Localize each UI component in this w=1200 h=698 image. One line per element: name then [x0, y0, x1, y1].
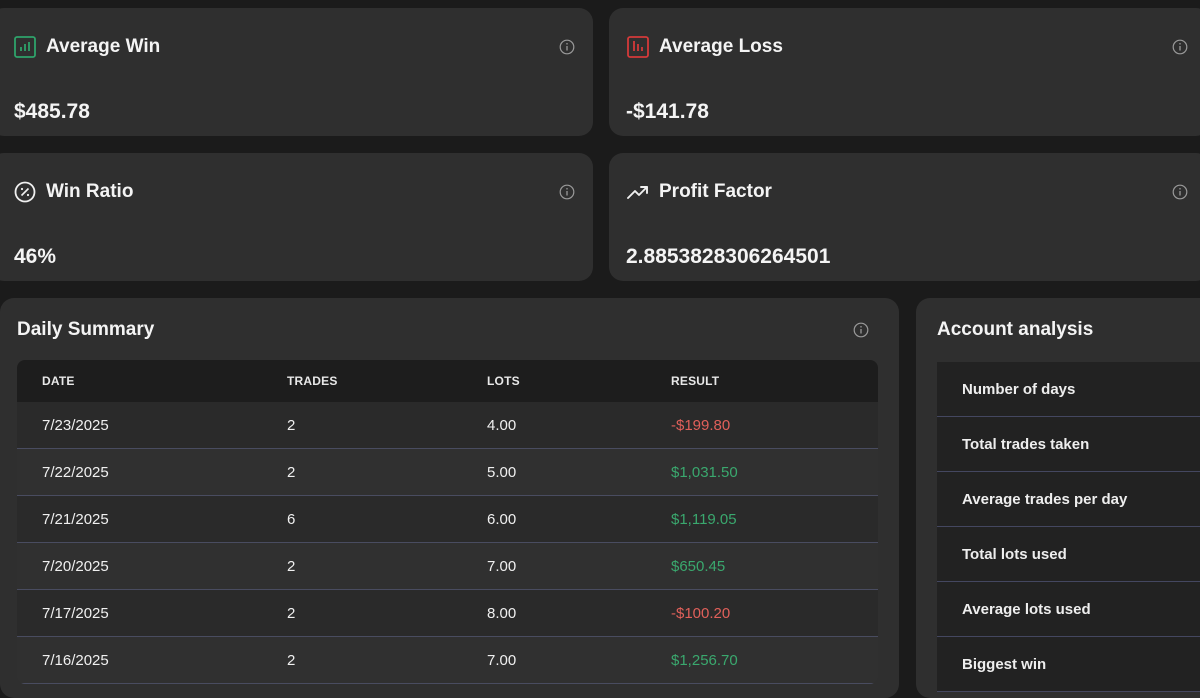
- trending-up-icon: [627, 186, 648, 199]
- stat-title: Profit Factor: [659, 181, 772, 202]
- daily-summary-table: DATE TRADES LOTS RESULT 7/23/2025 2 4.00…: [17, 360, 878, 684]
- column-header-date[interactable]: DATE: [42, 374, 75, 388]
- stat-card-profit-factor: Profit Factor 2.8853828306264501: [609, 153, 1200, 281]
- account-analysis-list: Number of days Total trades taken Averag…: [937, 362, 1200, 692]
- table-row[interactable]: 7/21/2025 6 6.00 $1,119.05: [17, 496, 878, 543]
- list-item: Biggest win: [937, 637, 1200, 692]
- cell-lots: 5.00: [487, 463, 517, 481]
- column-header-lots[interactable]: LOTS: [487, 374, 520, 388]
- info-icon[interactable]: [1172, 39, 1188, 55]
- stat-title: Average Win: [46, 36, 161, 57]
- daily-summary-panel: Daily Summary DATE TRADES LOTS RESULT 7/…: [0, 298, 899, 698]
- list-item: Total lots used: [937, 527, 1200, 582]
- panel-title: Daily Summary: [17, 319, 155, 340]
- cell-lots: 6.00: [487, 510, 517, 528]
- cell-result: -$199.80: [671, 416, 731, 434]
- table-row[interactable]: 7/20/2025 2 7.00 $650.45: [17, 543, 878, 590]
- list-item: Total trades taken: [937, 417, 1200, 472]
- table-row[interactable]: 7/16/2025 2 7.00 $1,256.70: [17, 637, 878, 684]
- cell-result: $1,119.05: [671, 510, 737, 528]
- cell-result: $1,256.70: [671, 651, 738, 669]
- table-row[interactable]: 7/22/2025 2 5.00 $1,031.50: [17, 449, 878, 496]
- cell-trades: 6: [287, 510, 296, 528]
- stat-value: 46%: [14, 245, 57, 268]
- account-analysis-panel: Account analysis Number of days Total tr…: [916, 298, 1200, 698]
- list-item: Average trades per day: [937, 472, 1200, 527]
- stat-value: 2.8853828306264501: [626, 245, 831, 268]
- bar-chart-icon: [14, 36, 36, 58]
- table-body: 7/23/2025 2 4.00 -$199.80 7/22/2025 2 5.…: [17, 402, 878, 684]
- cell-date: 7/23/2025: [42, 416, 109, 434]
- stat-card-win-ratio: Win Ratio 46%: [0, 153, 593, 281]
- column-header-trades[interactable]: TRADES: [287, 374, 338, 388]
- cell-trades: 2: [287, 651, 296, 669]
- info-icon[interactable]: [1172, 184, 1188, 200]
- stat-card-average-win: Average Win $485.78: [0, 8, 593, 136]
- percent-icon: [14, 181, 36, 203]
- info-icon[interactable]: [559, 39, 575, 55]
- cell-lots: 7.00: [487, 651, 517, 669]
- stat-card-average-loss: Average Loss -$141.78: [609, 8, 1200, 136]
- cell-date: 7/16/2025: [42, 651, 109, 669]
- table-header: DATE TRADES LOTS RESULT: [17, 360, 878, 402]
- cell-lots: 8.00: [487, 604, 517, 622]
- info-icon[interactable]: [853, 322, 869, 338]
- info-icon[interactable]: [559, 184, 575, 200]
- cell-lots: 7.00: [487, 557, 517, 575]
- table-row[interactable]: 7/17/2025 2 8.00 -$100.20: [17, 590, 878, 637]
- cell-trades: 2: [287, 416, 296, 434]
- cell-result: $650.45: [671, 557, 726, 575]
- table-row[interactable]: 7/23/2025 2 4.00 -$199.80: [17, 402, 878, 449]
- stat-title: Average Loss: [659, 36, 783, 57]
- cell-lots: 4.00: [487, 416, 517, 434]
- stat-title: Win Ratio: [46, 181, 134, 202]
- stat-value: $485.78: [14, 100, 90, 123]
- list-item: Number of days: [937, 362, 1200, 417]
- cell-date: 7/20/2025: [42, 557, 109, 575]
- cell-date: 7/21/2025: [42, 510, 109, 528]
- cell-trades: 2: [287, 463, 296, 481]
- column-header-result[interactable]: RESULT: [671, 374, 719, 388]
- cell-date: 7/22/2025: [42, 463, 109, 481]
- cell-trades: 2: [287, 604, 296, 622]
- panel-title: Account analysis: [937, 319, 1094, 340]
- cell-date: 7/17/2025: [42, 604, 109, 622]
- cell-trades: 2: [287, 557, 296, 575]
- cell-result: -$100.20: [671, 604, 731, 622]
- list-item: Average lots used: [937, 582, 1200, 637]
- bar-chart-icon: [627, 36, 649, 58]
- cell-result: $1,031.50: [671, 463, 738, 481]
- stat-value: -$141.78: [626, 100, 709, 123]
